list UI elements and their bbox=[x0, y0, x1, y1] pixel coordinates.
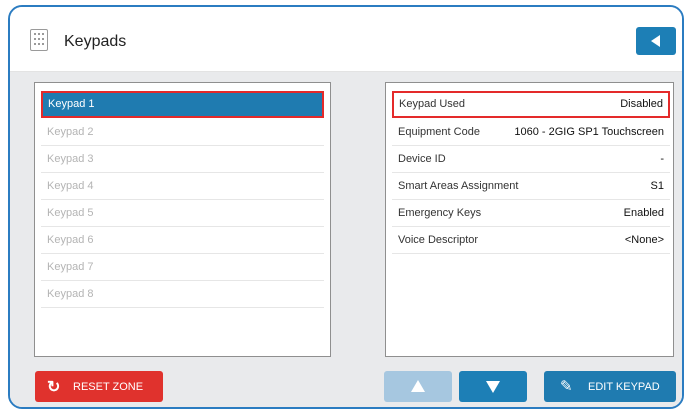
property-row-device-id: Device ID - bbox=[392, 146, 670, 173]
keypad-list-item-5[interactable]: Keypad 5 bbox=[41, 200, 324, 227]
arrow-down-icon bbox=[486, 381, 500, 393]
arrow-up-icon bbox=[411, 380, 425, 392]
property-row-keypad-used: Keypad Used Disabled bbox=[392, 91, 670, 118]
property-label: Smart Areas Assignment bbox=[398, 180, 519, 192]
keypad-list-item-1[interactable]: Keypad 1 bbox=[41, 91, 324, 118]
property-row-smart-areas: Smart Areas Assignment S1 bbox=[392, 173, 670, 200]
property-label: Device ID bbox=[398, 153, 446, 165]
pencil-icon: ✎ bbox=[560, 378, 573, 395]
property-label: Keypad Used bbox=[399, 98, 466, 110]
back-arrow-icon bbox=[651, 35, 660, 47]
property-row-equipment-code: Equipment Code 1060 - 2GIG SP1 Touchscre… bbox=[392, 119, 670, 146]
property-label: Equipment Code bbox=[398, 126, 480, 138]
reset-zone-label: RESET ZONE bbox=[73, 380, 144, 393]
keypad-list-item-4[interactable]: Keypad 4 bbox=[41, 173, 324, 200]
keypad-list-item-2[interactable]: Keypad 2 bbox=[41, 119, 324, 146]
keypad-list-item-3[interactable]: Keypad 3 bbox=[41, 146, 324, 173]
property-label: Emergency Keys bbox=[398, 207, 482, 219]
move-down-button[interactable] bbox=[459, 371, 527, 402]
keypad-list-panel: Keypad 1 Keypad 2 Keypad 3 Keypad 4 Keyp… bbox=[34, 82, 331, 357]
content-area: Keypad 1 Keypad 2 Keypad 3 Keypad 4 Keyp… bbox=[10, 72, 682, 407]
property-label: Voice Descriptor bbox=[398, 234, 479, 246]
app-window: Keypads Keypad 1 Keypad 2 Keypad 3 Keypa… bbox=[8, 5, 684, 409]
page-title: Keypads bbox=[64, 33, 127, 50]
property-value: S1 bbox=[650, 180, 664, 192]
back-button[interactable] bbox=[636, 27, 676, 55]
property-value: <None> bbox=[624, 234, 664, 246]
header: Keypads bbox=[10, 7, 682, 72]
refresh-icon: ↻ bbox=[47, 379, 61, 396]
keypad-list-item-6[interactable]: Keypad 6 bbox=[41, 227, 324, 254]
keypad-list-item-8[interactable]: Keypad 8 bbox=[41, 281, 324, 308]
keypad-icon bbox=[30, 29, 48, 51]
property-value: 1060 - 2GIG SP1 Touchscreen bbox=[514, 126, 664, 138]
reset-zone-button[interactable]: ↻ RESET ZONE bbox=[35, 371, 163, 402]
keypad-properties-panel: Keypad Used Disabled Equipment Code 1060… bbox=[385, 82, 674, 357]
edit-keypad-label: EDIT KEYPAD bbox=[588, 380, 660, 393]
property-value: Disabled bbox=[620, 98, 663, 110]
property-row-voice-descriptor: Voice Descriptor <None> bbox=[392, 227, 670, 254]
edit-keypad-button[interactable]: ✎ EDIT KEYPAD bbox=[544, 371, 676, 402]
move-up-button[interactable] bbox=[384, 371, 452, 402]
property-row-emergency-keys: Emergency Keys Enabled bbox=[392, 200, 670, 227]
property-value: - bbox=[660, 153, 664, 165]
keypad-list-item-7[interactable]: Keypad 7 bbox=[41, 254, 324, 281]
property-value: Enabled bbox=[623, 207, 664, 219]
